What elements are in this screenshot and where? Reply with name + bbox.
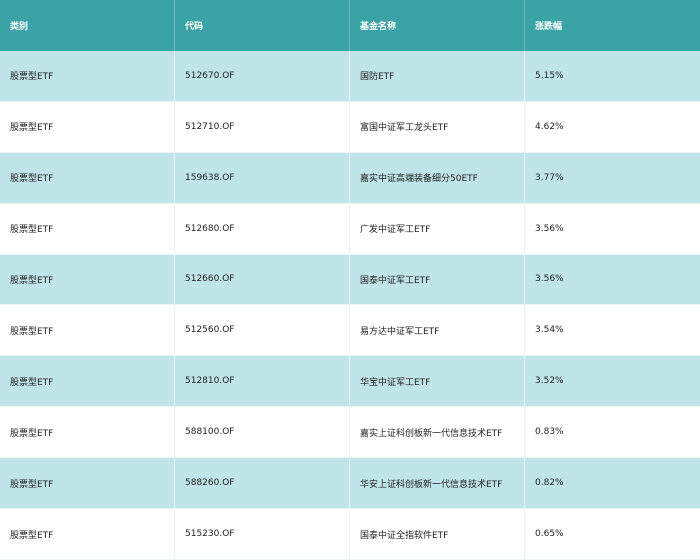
cell-category: 股票型ETF [0, 254, 175, 305]
header-fund-name[interactable]: 基金名称 [350, 0, 525, 51]
table-row[interactable]: 股票型ETF 512660.OF 国泰中证军工ETF 3.56% [0, 254, 700, 306]
cell-code: 159638.OF [175, 152, 350, 203]
cell-category: 股票型ETF [0, 356, 175, 407]
cell-code: 512660.OF [175, 254, 350, 305]
table-row[interactable]: 股票型ETF 512810.OF 华宝中证军工ETF 3.52% [0, 356, 700, 408]
header-category[interactable]: 类别 [0, 0, 175, 51]
cell-category: 股票型ETF [0, 509, 175, 559]
cell-code: 512680.OF [175, 203, 350, 254]
cell-change: 3.52% [535, 376, 564, 387]
table-header: 类别 代码 基金名称 涨跌幅 [0, 0, 700, 51]
table-row[interactable]: 股票型ETF 515230.OF 国泰中证全指软件ETF 0.65% [0, 509, 700, 560]
cell-change: 3.54% [535, 325, 564, 336]
cell-change: 4.62% [535, 121, 564, 132]
cell-category: 股票型ETF [0, 50, 175, 101]
header-change[interactable]: 涨跌幅 [525, 0, 700, 51]
cell-code: 512810.OF [175, 356, 350, 407]
table-row[interactable]: 股票型ETF 588100.OF 嘉实上证科创板新一代信息技术ETF 0.83% [0, 407, 700, 459]
cell-code: 588100.OF [175, 407, 350, 458]
cell-change: 3.77% [535, 172, 564, 183]
cell-category: 股票型ETF [0, 458, 175, 509]
cell-fund-name: 易方达中证军工ETF [350, 305, 525, 356]
cell-category: 股票型ETF [0, 101, 175, 152]
table-row[interactable]: 股票型ETF 512680.OF 广发中证军工ETF 3.56% [0, 203, 700, 255]
cell-code: 588260.OF [175, 458, 350, 509]
cell-code: 515230.OF [175, 509, 350, 559]
cell-code: 512710.OF [175, 101, 350, 152]
cell-fund-name: 华宝中证军工ETF [350, 356, 525, 407]
cell-fund-name: 国泰中证全指软件ETF [350, 509, 525, 559]
cell-change: 0.83% [535, 427, 564, 438]
cell-change: 0.82% [535, 478, 564, 489]
cell-fund-name: 国防ETF [350, 50, 525, 101]
table-row[interactable]: 股票型ETF 512670.OF 国防ETF 5.15% [0, 50, 700, 102]
cell-fund-name: 嘉实中证高端装备细分50ETF [350, 152, 525, 203]
cell-code: 512560.OF [175, 305, 350, 356]
cell-fund-name: 富国中证军工龙头ETF [350, 101, 525, 152]
cell-fund-name: 嘉实上证科创板新一代信息技术ETF [350, 407, 525, 458]
cell-fund-name: 广发中证军工ETF [350, 203, 525, 254]
fund-table: 类别 代码 基金名称 涨跌幅 股票型ETF 512670.OF 国防ETF 5.… [0, 0, 700, 560]
header-code[interactable]: 代码 [175, 0, 350, 51]
cell-category: 股票型ETF [0, 152, 175, 203]
cell-category: 股票型ETF [0, 305, 175, 356]
cell-category: 股票型ETF [0, 203, 175, 254]
cell-change: 3.56% [535, 274, 564, 285]
table-row[interactable]: 股票型ETF 512710.OF 富国中证军工龙头ETF 4.62% [0, 101, 700, 153]
cell-code: 512670.OF [175, 50, 350, 101]
cell-change: 0.65% [535, 529, 564, 540]
cell-category: 股票型ETF [0, 407, 175, 458]
cell-fund-name: 华安上证科创板新一代信息技术ETF [350, 458, 525, 509]
table-row[interactable]: 股票型ETF 588260.OF 华安上证科创板新一代信息技术ETF 0.82% [0, 458, 700, 510]
cell-change: 5.15% [535, 70, 564, 81]
cell-fund-name: 国泰中证军工ETF [350, 254, 525, 305]
table-row[interactable]: 股票型ETF 159638.OF 嘉实中证高端装备细分50ETF 3.77% [0, 152, 700, 204]
cell-change: 3.56% [535, 223, 564, 234]
table-row[interactable]: 股票型ETF 512560.OF 易方达中证军工ETF 3.54% [0, 305, 700, 357]
